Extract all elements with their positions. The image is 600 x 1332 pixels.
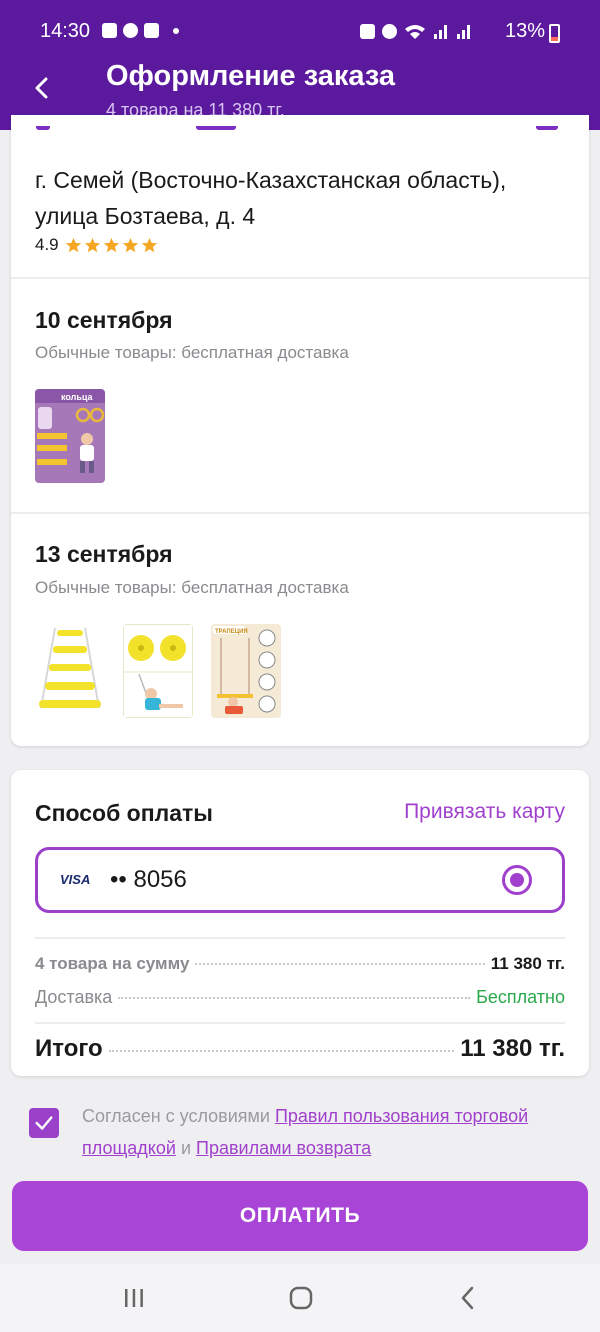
shipment-date: 13 сентября [35,541,173,567]
alert-icon [144,23,159,38]
divider [35,937,565,939]
status-time: 14:30 [40,20,91,42]
shipment-note: Обычные товары: бесплатная доставка [35,578,349,597]
summary-total-row: Итого 11 380 тг. [35,1035,565,1063]
divider [35,1022,565,1024]
notification-icons [102,23,179,38]
shipment-date: 10 сентября [35,307,173,333]
delivery-value: Бесплатно [476,987,565,1007]
summary-items-row: 4 товара на сумму 11 380 тг. [35,954,565,974]
more-notifications-icon [173,27,179,34]
star-icon [103,237,119,252]
alarm-icon [382,23,397,39]
back-button[interactable] [22,68,62,108]
star-icon [122,237,138,252]
returns-link[interactable]: Правилами возврата [196,1138,371,1158]
thumb-label-trapeze: ТРАПЕЦИЯ [215,629,248,635]
thumb-label-rings: кольца [61,392,94,402]
home-icon [289,1286,313,1310]
items-label: 4 товара на сумму [35,954,190,973]
agree-checkbox[interactable] [29,1108,59,1138]
page-title: Оформление заказа [106,60,396,92]
agreement-prefix: Согласен с условиями [82,1106,275,1126]
signal-icon [434,25,447,39]
app-icon [123,23,138,38]
summary-delivery-row: Доставка Бесплатно [35,987,565,1008]
system-nav-bar [0,1264,600,1332]
delivery-label: Доставка [35,987,113,1007]
chevron-left-icon [35,77,48,99]
battery-percent: 13% [504,20,545,42]
divider [11,512,589,514]
visa-logo: VISA [60,872,91,887]
rating-value: 4.9 [35,235,59,254]
divider [11,277,589,279]
total-value: 11 380 тг. [460,1035,565,1062]
recent-apps-button[interactable] [104,1278,164,1318]
product-thumbnail-disc-swing[interactable] [123,624,193,718]
signal-icon-2 [457,25,470,39]
wifi-icon [405,25,425,39]
product-thumbnail-rope-ladder[interactable] [35,624,105,718]
agreement-text: Согласен с условиями Правил пользования … [82,1100,552,1164]
recent-apps-icon [125,1289,143,1307]
clipped-content [26,126,566,132]
star-icon [141,237,157,252]
back-icon [461,1286,474,1310]
card-number: •• 8056 [110,866,187,893]
system-back-button[interactable] [438,1278,498,1318]
agreement-mid: и [175,1138,196,1158]
check-icon [35,1116,53,1130]
payment-title: Способ оплаты [35,800,213,826]
dotted-leader [195,963,485,965]
pay-button[interactable]: ОПЛАТИТЬ [12,1181,588,1251]
total-label: Итого [35,1035,103,1062]
pickup-rating: 4.9 [35,235,158,255]
dotted-leader [118,997,471,999]
product-thumbnail-trapeze[interactable]: ТРАПЕЦИЯ [211,624,281,718]
star-icon [84,237,100,252]
items-value: 11 380 тг. [490,954,565,973]
battery-saver-icon [360,23,375,39]
card-radio-selected[interactable] [502,865,532,895]
star-icon [65,237,81,252]
link-card-button[interactable]: Привязать карту [404,800,565,824]
image-icon [102,23,117,38]
product-thumbnail-rings[interactable]: кольца [35,389,105,483]
shipment-note: Обычные товары: бесплатная доставка [35,343,349,362]
home-button[interactable] [271,1278,331,1318]
dotted-leader [108,1050,455,1052]
system-icons [360,23,472,39]
battery-icon [549,24,560,43]
delivery-address: г. Семей (Восточно-Казахстанская область… [35,167,507,229]
rating-stars [65,237,158,254]
status-bar: 14:30 13% [0,0,600,48]
